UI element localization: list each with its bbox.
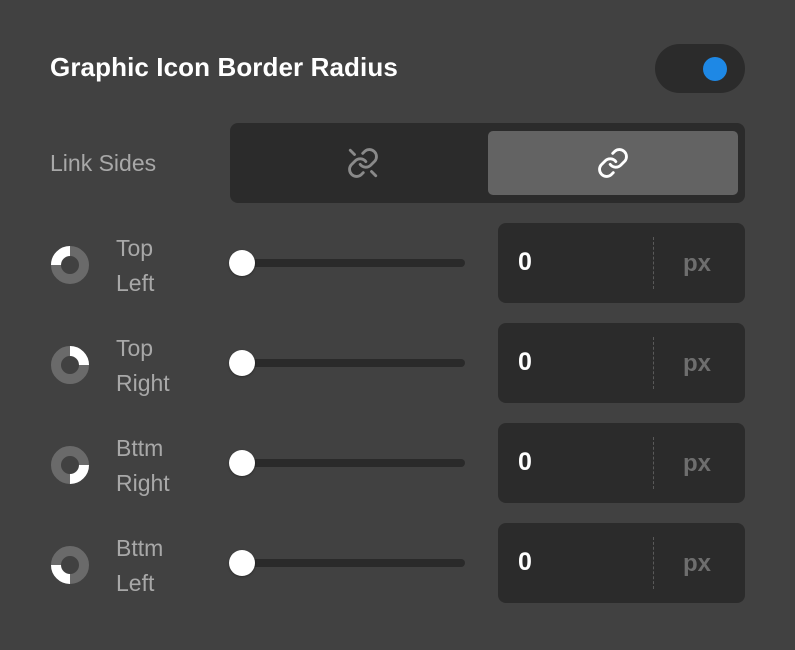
radius-value[interactable]: 0 bbox=[518, 548, 532, 577]
toggle-knob bbox=[703, 57, 727, 81]
corner-row-bottom-left: Bttm Left 0 px bbox=[0, 523, 795, 603]
radius-number-input[interactable]: 0 px bbox=[498, 523, 745, 603]
divider bbox=[653, 437, 654, 489]
border-radius-panel: Graphic Icon Border Radius Link Sides To… bbox=[0, 0, 795, 650]
corner-top-left-icon bbox=[51, 246, 89, 284]
corner-label: Top Right bbox=[116, 331, 216, 401]
radius-slider-thumb[interactable] bbox=[229, 350, 255, 376]
corner-row-top-right: Top Right 0 px bbox=[0, 323, 795, 403]
radius-value[interactable]: 0 bbox=[518, 348, 532, 377]
corner-label: Bttm Right bbox=[116, 431, 216, 501]
link-sides-button[interactable] bbox=[488, 131, 738, 195]
corner-label: Bttm Left bbox=[116, 531, 216, 601]
unlink-sides-button[interactable] bbox=[238, 131, 488, 195]
corner-label-line1: Top bbox=[116, 335, 154, 361]
corner-bottom-right-icon bbox=[51, 446, 89, 484]
corner-label-line1: Bttm bbox=[116, 535, 164, 561]
corner-label-line1: Bttm bbox=[116, 435, 164, 461]
corner-row-top-left: Top Left 0 px bbox=[0, 223, 795, 303]
radius-slider-track[interactable] bbox=[230, 559, 465, 567]
radius-slider-track[interactable] bbox=[230, 359, 465, 367]
link-icon bbox=[598, 148, 628, 178]
radius-slider-thumb[interactable] bbox=[229, 250, 255, 276]
link-sides-segmented-control bbox=[230, 123, 745, 203]
unit-selector[interactable]: px bbox=[683, 350, 711, 378]
corner-row-bottom-right: Bttm Right 0 px bbox=[0, 423, 795, 503]
unlink-icon bbox=[348, 148, 378, 178]
corner-label-line2: Left bbox=[116, 570, 155, 596]
unit-selector[interactable]: px bbox=[683, 450, 711, 478]
unit-selector[interactable]: px bbox=[683, 250, 711, 278]
radius-number-input[interactable]: 0 px bbox=[498, 323, 745, 403]
corner-top-right-icon bbox=[51, 346, 89, 384]
radius-slider-track[interactable] bbox=[230, 459, 465, 467]
corner-label: Top Left bbox=[116, 231, 216, 301]
corner-label-line2: Right bbox=[116, 470, 170, 496]
radius-value[interactable]: 0 bbox=[518, 448, 532, 477]
divider bbox=[653, 537, 654, 589]
corner-label-line2: Left bbox=[116, 270, 155, 296]
radius-slider-thumb[interactable] bbox=[229, 550, 255, 576]
unit-selector[interactable]: px bbox=[683, 550, 711, 578]
radius-number-input[interactable]: 0 px bbox=[498, 223, 745, 303]
border-radius-toggle[interactable] bbox=[655, 44, 745, 93]
link-sides-label: Link Sides bbox=[50, 150, 157, 176]
panel-title: Graphic Icon Border Radius bbox=[50, 52, 398, 82]
corner-label-line2: Right bbox=[116, 370, 170, 396]
corner-bottom-left-icon bbox=[51, 546, 89, 584]
divider bbox=[653, 337, 654, 389]
radius-slider-track[interactable] bbox=[230, 259, 465, 267]
radius-slider-thumb[interactable] bbox=[229, 450, 255, 476]
corner-label-line1: Top bbox=[116, 235, 154, 261]
radius-value[interactable]: 0 bbox=[518, 248, 532, 277]
radius-number-input[interactable]: 0 px bbox=[498, 423, 745, 503]
divider bbox=[653, 237, 654, 289]
